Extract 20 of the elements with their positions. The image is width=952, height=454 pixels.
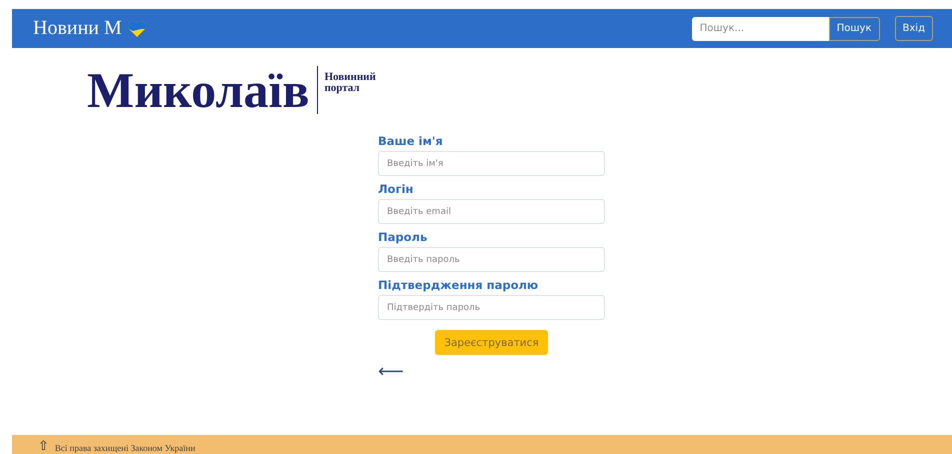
field-label: Пароль: [378, 230, 428, 244]
heart-icon: [126, 20, 147, 38]
back-link[interactable]: ⟵: [378, 361, 404, 382]
brand-link[interactable]: Новини М: [33, 17, 122, 40]
input-field[interactable]: Підтвердіть пароль: [378, 295, 605, 320]
field-label: Ваше ім'я: [378, 134, 444, 148]
input-field[interactable]: Введіть пароль: [378, 247, 605, 272]
register-button[interactable]: Зареєструватися: [435, 330, 548, 355]
input-field[interactable]: Введіть email: [378, 199, 605, 224]
logo-subtitle: портал: [324, 83, 361, 94]
search-field[interactable]: Пошук...: [692, 16, 829, 40]
input-field[interactable]: Введіть ім'я: [378, 151, 605, 176]
up-arrow-icon[interactable]: ⇧: [38, 439, 49, 454]
field-label: Підтвердження паролю: [378, 278, 540, 292]
logo-subtitle: Новинний: [324, 72, 376, 83]
logo-title: Миколаїв: [87, 66, 318, 114]
login-button[interactable]: Вхід: [894, 16, 933, 41]
field-label: Логін: [378, 182, 414, 196]
search-button[interactable]: Пошук: [828, 16, 880, 40]
footer-text: Всі права захищені Законом України: [54, 442, 196, 454]
